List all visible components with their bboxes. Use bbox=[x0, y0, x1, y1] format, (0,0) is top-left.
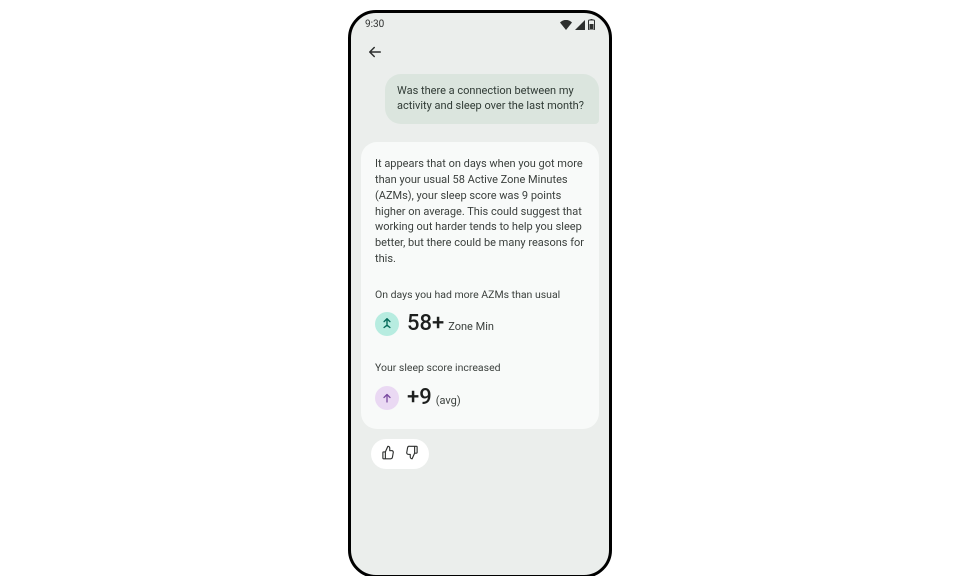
assistant-message-bubble: It appears that on days when you got mor… bbox=[361, 142, 599, 430]
battery-icon bbox=[588, 19, 595, 30]
user-message-text: Was there a connection between my activi… bbox=[397, 84, 584, 112]
cell-signal-icon bbox=[575, 20, 585, 30]
azm-value: 58+ bbox=[407, 308, 444, 340]
sleep-label: Your sleep score increased bbox=[375, 360, 585, 375]
thumbs-up-icon bbox=[381, 445, 396, 460]
sleep-icon-badge bbox=[375, 386, 399, 410]
phone-frame: 9:30 Was there a connection between my a… bbox=[348, 10, 612, 576]
feedback-pill bbox=[371, 439, 429, 469]
azm-label: On days you had more AZMs than usual bbox=[375, 287, 585, 302]
thumbs-up-button[interactable] bbox=[381, 445, 396, 464]
arrow-up-icon bbox=[381, 392, 393, 404]
azm-metric: 58+ Zone Min bbox=[375, 308, 585, 340]
thumbs-down-icon bbox=[404, 445, 419, 460]
status-icons bbox=[560, 19, 595, 30]
arrow-left-icon bbox=[366, 43, 384, 61]
sleep-metric: +9 (avg) bbox=[375, 382, 585, 414]
assistant-message-text: It appears that on days when you got mor… bbox=[375, 156, 585, 268]
status-time: 9:30 bbox=[365, 19, 384, 30]
chat-area: Was there a connection between my activi… bbox=[351, 70, 609, 469]
thumbs-down-button[interactable] bbox=[404, 445, 419, 464]
status-bar: 9:30 bbox=[351, 13, 609, 30]
azm-unit: Zone Min bbox=[448, 319, 494, 335]
activity-icon-badge bbox=[375, 312, 399, 336]
wifi-icon bbox=[560, 20, 572, 30]
sleep-value: +9 bbox=[407, 382, 432, 414]
sleep-unit: (avg) bbox=[436, 393, 461, 409]
user-message-bubble: Was there a connection between my activi… bbox=[385, 74, 599, 124]
back-button[interactable] bbox=[363, 40, 387, 64]
activity-icon bbox=[380, 317, 394, 331]
